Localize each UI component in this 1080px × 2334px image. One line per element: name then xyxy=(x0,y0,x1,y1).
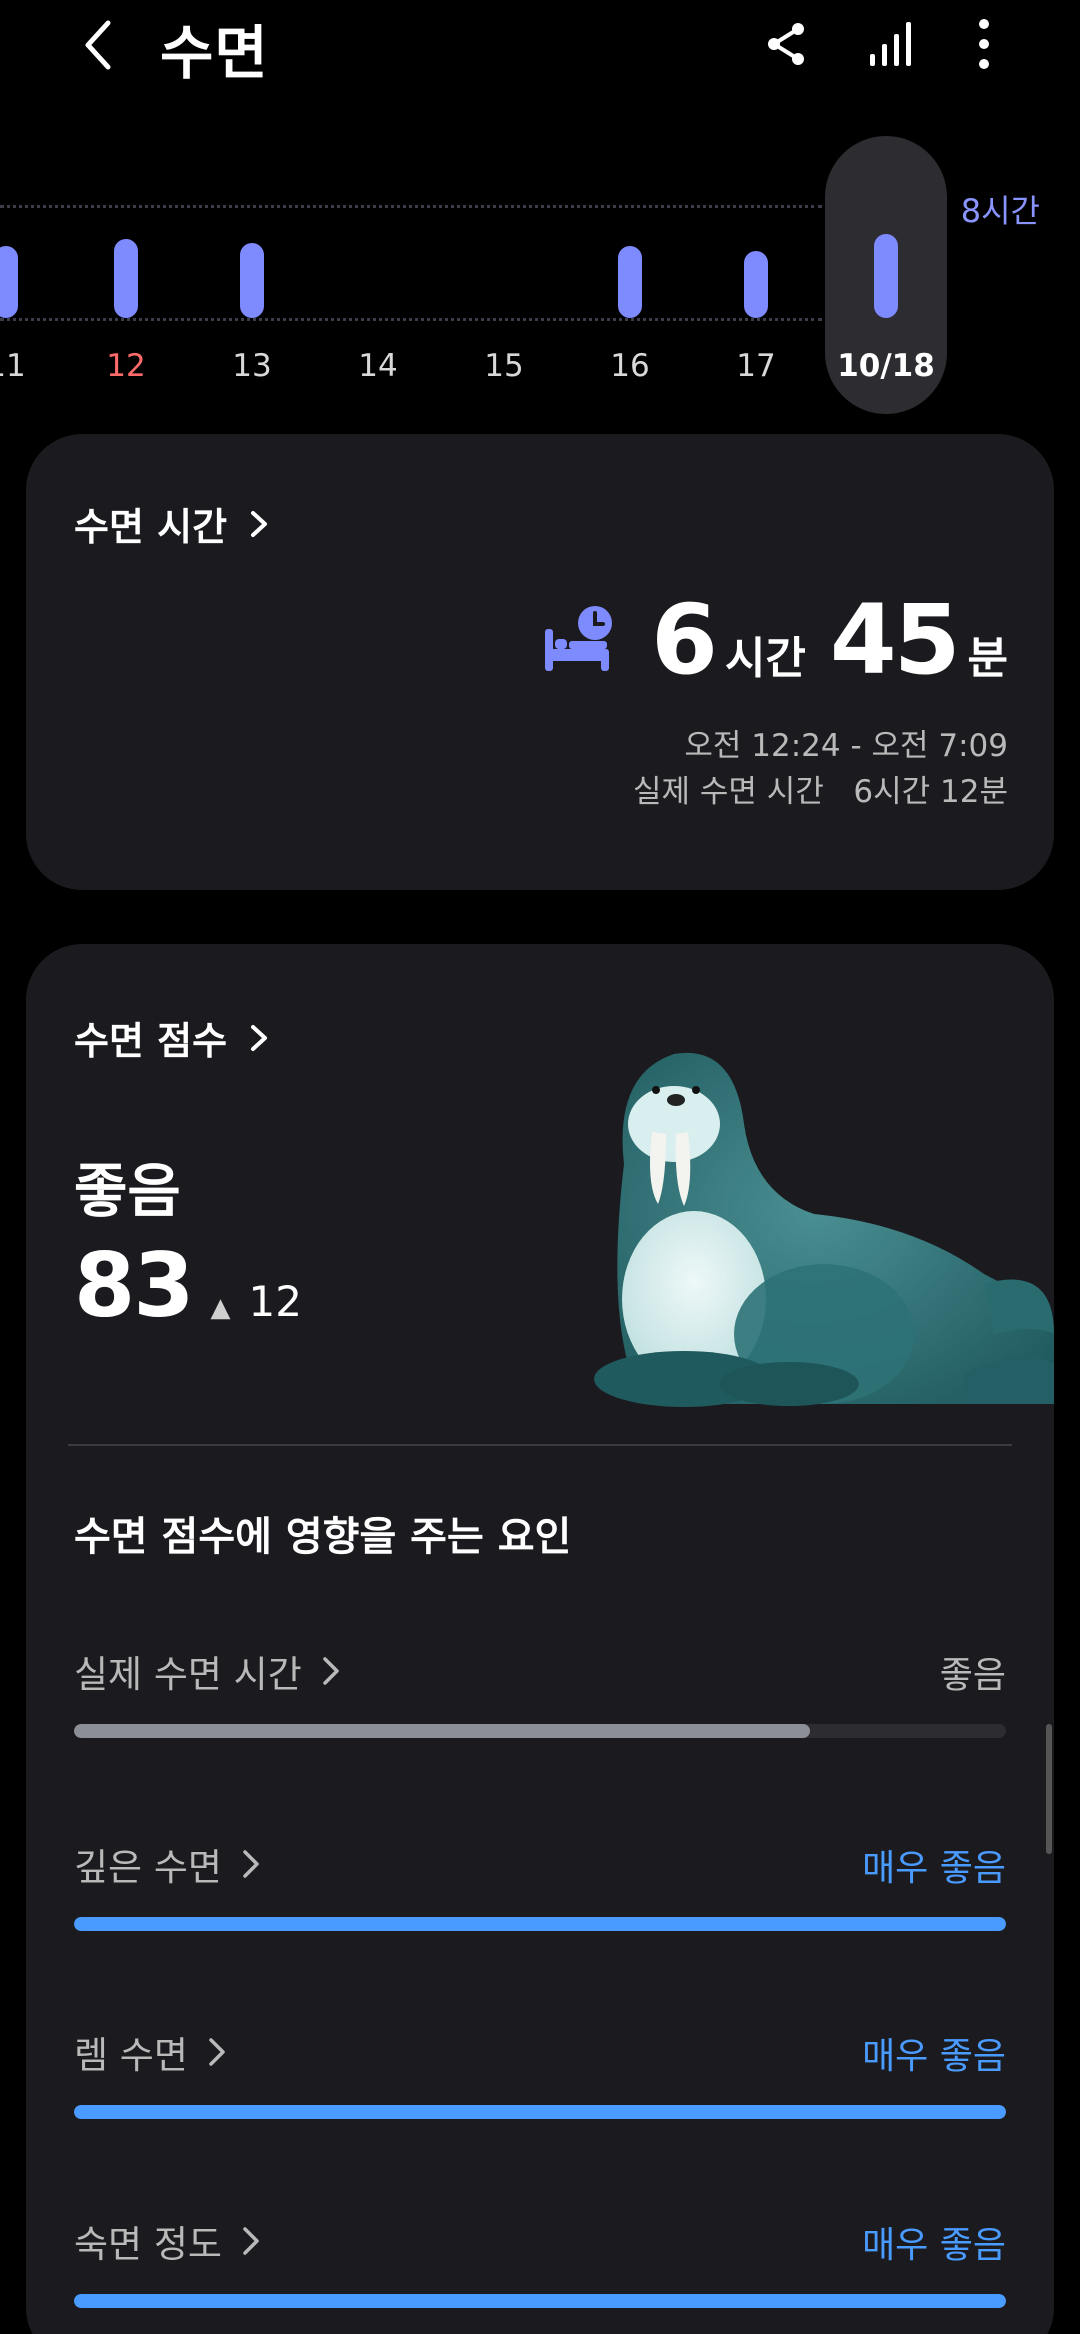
section-divider xyxy=(68,1444,1012,1446)
day-column[interactable]: 11 xyxy=(0,130,56,420)
day-column[interactable]: 12 xyxy=(76,130,176,420)
duration-hours: 6 xyxy=(651,584,718,696)
bed-clock-icon xyxy=(545,606,613,671)
sleep-bar xyxy=(744,251,768,318)
factor-progress-track xyxy=(74,2105,1006,2119)
factor-rating: 매우 좋음 xyxy=(862,2036,1006,2077)
day-label: 13 xyxy=(232,348,272,384)
chevron-left-icon xyxy=(85,20,111,70)
factor-progress-fill xyxy=(74,1917,1006,1931)
sleep-page: 수면 8시간 1 12 13 14 15 16 17 10/18 수면 시간 6… xyxy=(0,0,1080,2334)
day-label: 17 xyxy=(736,348,776,384)
day-column[interactable]: 13 xyxy=(202,130,302,420)
actual-sleep-time: 실제 수면 시간 6시간 12분 xyxy=(633,774,1008,810)
day-label: 14 xyxy=(358,348,398,384)
scrollbar[interactable] xyxy=(1046,1724,1052,1854)
factor-row[interactable]: 실제 수면 시간 좋음 xyxy=(74,1644,1006,1764)
factor-rating: 매우 좋음 xyxy=(862,2225,1006,2266)
factor-progress-fill xyxy=(74,2294,1006,2308)
duration-hours-unit: 시간 xyxy=(724,633,806,684)
page-title: 수면 xyxy=(160,19,269,87)
factor-progress-track xyxy=(74,1917,1006,1931)
chevron-right-icon xyxy=(243,2227,259,2255)
factor-rating: 좋음 xyxy=(939,1655,1006,1696)
duration-minutes: 45 xyxy=(829,584,961,696)
day-column[interactable]: 17 xyxy=(706,130,806,420)
sleep-score-title[interactable]: 수면 점수 xyxy=(74,1010,275,1065)
day-column[interactable]: 15 xyxy=(454,130,554,420)
day-label: 11 xyxy=(0,348,26,384)
triangle-up-icon: ▲ xyxy=(210,1293,231,1323)
chevron-right-icon xyxy=(243,1850,259,1878)
factor-label: 숙면 정도 xyxy=(74,2214,264,2268)
walrus-mascot-illustration xyxy=(594,1052,1054,1407)
more-vert-icon xyxy=(979,19,989,69)
factor-label: 렘 수면 xyxy=(74,2025,230,2079)
sleep-score-card: 수면 점수 좋음 83 ▲ 12 수면 점수에 영향을 주는 요인 실제 수면 … xyxy=(26,944,1054,2334)
goal-label: 8시간 xyxy=(960,192,1040,230)
score-row: 83 ▲ 12 xyxy=(74,1234,302,1337)
factor-row[interactable]: 렘 수면 매우 좋음 xyxy=(74,2025,1006,2145)
day-column[interactable]: 10/18 xyxy=(836,130,936,420)
factor-progress-track xyxy=(74,2294,1006,2308)
factor-progress-fill xyxy=(74,2105,1006,2119)
factor-label-text: 깊은 수면 xyxy=(74,1846,222,1889)
chevron-right-icon xyxy=(323,1657,339,1685)
factor-label-text: 실제 수면 시간 xyxy=(74,1653,302,1696)
factor-row[interactable]: 깊은 수면 매우 좋음 xyxy=(74,1837,1006,1957)
factor-row[interactable]: 숙면 정도 매우 좋음 xyxy=(74,2214,1006,2334)
signal-icon xyxy=(870,22,911,66)
sleep-time-card[interactable]: 수면 시간 6 시간 45 분 오전 12:24 - 오전 7:09 실제 수면… xyxy=(26,434,1054,890)
duration-minutes-unit: 분 xyxy=(967,633,1008,684)
daily-sleep-chart[interactable]: 8시간 11 12 13 14 15 16 17 10/18 xyxy=(0,130,1080,420)
day-label: 12 xyxy=(106,348,146,384)
share-icon xyxy=(768,23,804,65)
back-button[interactable] xyxy=(68,10,128,80)
factor-progress-track xyxy=(74,1724,1006,1738)
sleep-bar xyxy=(240,243,264,318)
factor-label: 깊은 수면 xyxy=(74,1837,264,1891)
sleep-bar xyxy=(0,246,18,318)
sleep-bar xyxy=(618,246,642,318)
sleep-bar xyxy=(114,239,138,318)
score-rating: 좋음 xyxy=(74,1157,181,1225)
app-header: 수면 xyxy=(0,0,1080,100)
factors-title: 수면 점수에 영향을 주는 요인 xyxy=(74,1514,572,1560)
day-label: 10/18 xyxy=(837,348,935,384)
factor-label-text: 렘 수면 xyxy=(74,2034,188,2077)
trends-button[interactable] xyxy=(858,12,922,76)
sleep-time-title[interactable]: 수면 시간 xyxy=(74,496,275,551)
sleep-bar xyxy=(874,234,898,318)
chevron-right-icon xyxy=(251,510,268,537)
factor-label: 실제 수면 시간 xyxy=(74,1644,344,1698)
chevron-right-icon xyxy=(251,1024,268,1051)
sleep-time-title-text: 수면 시간 xyxy=(74,505,228,549)
day-label: 16 xyxy=(610,348,650,384)
sleep-duration: 6 시간 45 분 xyxy=(541,584,1008,696)
day-column[interactable]: 16 xyxy=(580,130,680,420)
share-button[interactable] xyxy=(754,12,818,76)
factor-rating: 매우 좋음 xyxy=(862,1848,1006,1889)
sleep-score-value: 83 xyxy=(74,1234,194,1337)
factor-progress-fill xyxy=(74,1724,811,1738)
day-column[interactable]: 14 xyxy=(328,130,428,420)
score-delta: 12 xyxy=(248,1277,302,1326)
sleep-time-range: 오전 12:24 - 오전 7:09 xyxy=(684,728,1008,764)
day-label: 15 xyxy=(484,348,524,384)
sleep-score-title-text: 수면 점수 xyxy=(74,1019,228,1063)
more-options-button[interactable] xyxy=(952,12,1016,76)
factor-label-text: 숙면 정도 xyxy=(74,2223,222,2266)
chevron-right-icon xyxy=(209,2038,225,2066)
